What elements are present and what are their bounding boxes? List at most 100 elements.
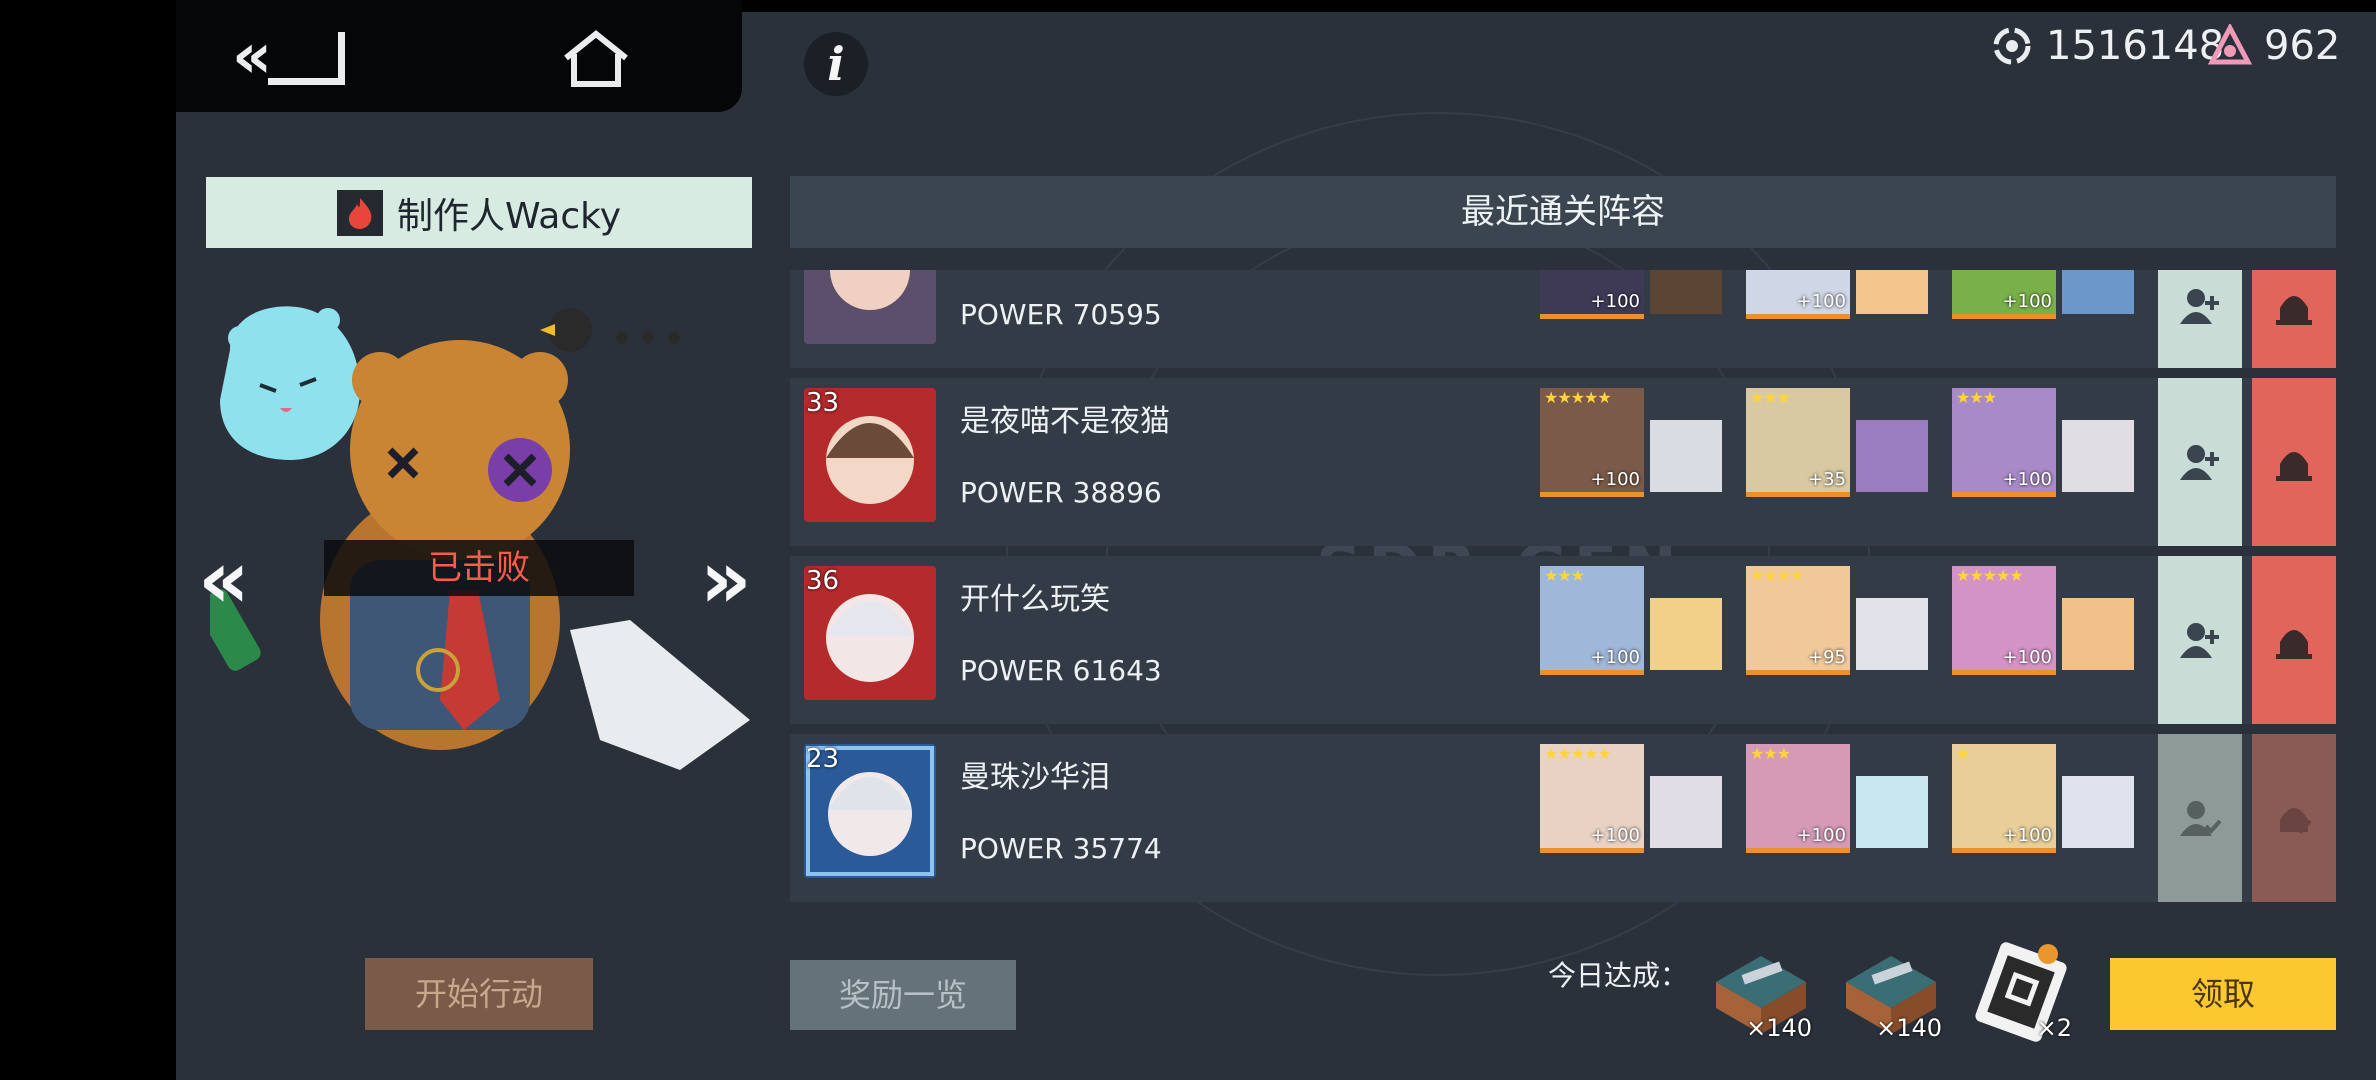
report-button[interactable] <box>2252 378 2336 546</box>
hero-pair: ★★★★★ +100 <box>1952 566 2134 676</box>
friend-added-button[interactable] <box>2158 734 2242 902</box>
hero-portrait: ★ +100 <box>1952 744 2056 853</box>
alarm-icon <box>2276 452 2312 481</box>
reward-item-ticket[interactable]: ×2 <box>1966 938 2076 1042</box>
support-portrait <box>1856 598 1928 670</box>
add-user-icon <box>2180 445 2219 480</box>
reward-item-crate[interactable]: ×140 <box>1836 938 1946 1042</box>
support-portrait <box>2062 598 2134 670</box>
boss-name-banner: 制作人Wacky <box>206 177 752 248</box>
coin-amount: 1516148 <box>2046 23 2225 69</box>
hero-stars: ★ <box>1956 744 1970 763</box>
recent-clears-header: 最近通关阵容 <box>790 176 2336 248</box>
support-portrait <box>1856 270 1928 314</box>
back-button[interactable]: « <box>232 25 382 87</box>
boss-illustration <box>210 306 750 770</box>
prev-boss-chevron-icon[interactable]: « <box>198 540 250 620</box>
reward-count: ×2 <box>2036 1014 2072 1042</box>
support-portrait <box>1856 420 1928 492</box>
hero-portrait: ★★★ +100 <box>1746 744 1850 853</box>
table-row: 33 是夜喵不是夜猫 POWER 38896 ★★★★★ +100 ★★★ +35 … <box>790 378 2336 546</box>
team-power: POWER 35774 <box>960 832 1162 865</box>
today-achieved-label: 今日达成： <box>1548 959 1689 992</box>
hero-pair: ★★★★★ +100 <box>1540 388 1722 498</box>
reward-list-button[interactable]: 奖励一览 <box>790 960 1016 1030</box>
fire-element-icon <box>336 189 383 236</box>
hero-portrait: +100 <box>1952 270 2056 319</box>
report-button[interactable] <box>2252 270 2336 368</box>
hero-portrait: ★★★ +100 <box>1952 388 2056 497</box>
info-icon: i <box>827 37 845 91</box>
report-button[interactable] <box>2252 556 2336 724</box>
hero-pair: ★★★ +100 <box>1540 566 1722 676</box>
gem-counter: 962 <box>2208 18 2340 74</box>
hero-bonus: +100 <box>1590 825 1640 846</box>
hero-stars: ★★★ <box>1750 744 1791 763</box>
defeated-status: 已击败 <box>324 540 634 596</box>
hero-pair: ★★★ +100 <box>1952 388 2134 498</box>
team-power: POWER 61643 <box>960 654 1162 687</box>
reported-button[interactable] <box>2252 734 2336 902</box>
hero-pair: ★★★★★ +100 <box>1540 744 1722 854</box>
coin-counter: 1516148 <box>1990 18 2224 74</box>
reward-item-crate[interactable]: ×140 <box>1706 938 1816 1042</box>
add-friend-button[interactable] <box>2158 556 2242 724</box>
player-level: 23 <box>806 744 840 774</box>
support-portrait <box>2062 776 2134 848</box>
claim-button[interactable]: 领取 <box>2110 958 2336 1030</box>
player-avatar <box>804 270 936 344</box>
home-icon <box>564 30 628 87</box>
add-user-icon <box>2180 289 2219 324</box>
hero-portrait: +100 <box>1540 270 1644 319</box>
start-action-button[interactable]: 开始行动 <box>365 958 593 1030</box>
hero-stars: ★★★ <box>1956 388 1997 407</box>
hero-stars: ★★★ <box>1544 566 1585 585</box>
hero-portrait: ★★★★★ +100 <box>1540 744 1644 853</box>
hero-pair: +100 <box>1952 270 2134 320</box>
hero-stars: ★★★ <box>1750 388 1791 407</box>
hero-portrait: ★★★★ +95 <box>1746 566 1850 675</box>
home-button[interactable] <box>560 28 632 88</box>
next-boss-chevron-icon[interactable]: » <box>700 540 752 620</box>
hero-stars: ★★★★★ <box>1956 566 2024 585</box>
support-portrait <box>2062 420 2134 492</box>
reward-count: ×140 <box>1876 1014 1942 1042</box>
hero-stars: ★★★★★ <box>1544 388 1612 407</box>
support-portrait <box>1650 776 1722 848</box>
hero-pair: ★★★★ +95 <box>1746 566 1928 676</box>
add-friend-button[interactable] <box>2158 270 2242 368</box>
add-friend-button[interactable] <box>2158 378 2242 546</box>
info-button[interactable]: i <box>804 32 868 96</box>
hero-bonus: +100 <box>1590 647 1640 668</box>
support-portrait <box>1650 270 1722 314</box>
support-portrait <box>1650 420 1722 492</box>
hero-bonus: +100 <box>2002 469 2052 490</box>
hero-bonus: +100 <box>2002 647 2052 668</box>
hero-bonus: +95 <box>1808 647 1846 668</box>
player-name: 开什么玩笑 <box>960 582 1110 617</box>
table-row: 36 开什么玩笑 POWER 61643 ★★★ +100 ★★★★ +95 ★★★… <box>790 556 2336 724</box>
support-portrait <box>1650 598 1722 670</box>
hero-stars: ★★★★★ <box>1544 744 1612 763</box>
hero-portrait: ★★★★★ +100 <box>1952 566 2056 675</box>
support-portrait <box>2062 270 2134 314</box>
alarm-icon <box>2276 630 2312 659</box>
hero-bonus: +35 <box>1808 469 1846 490</box>
hero-portrait: ★★★★★ +100 <box>1540 388 1644 497</box>
hero-portrait: +100 <box>1746 270 1850 319</box>
support-portrait <box>1856 776 1928 848</box>
boss-name: 制作人Wacky <box>396 195 622 237</box>
player-level: 36 <box>806 566 840 596</box>
hero-bonus: +100 <box>2002 825 2052 846</box>
hero-pair: +100 <box>1540 270 1722 320</box>
clear-list: POWER 70595 +100 +100 +100 33 是夜喵不是夜猫 PO… <box>790 270 2336 906</box>
hero-pair: ★ +100 <box>1952 744 2134 854</box>
table-row: POWER 70595 +100 +100 +100 <box>790 270 2336 368</box>
gem-amount: 962 <box>2264 23 2341 69</box>
hero-pair: ★★★ +35 <box>1746 388 1928 498</box>
hero-stars: ★★★★ <box>1750 566 1804 585</box>
add-user-icon <box>2180 623 2219 658</box>
table-row: 23 曼珠沙华泪 POWER 35774 ★★★★★ +100 ★★★ +100 ★… <box>790 734 2336 902</box>
player-name: 曼珠沙华泪 <box>960 760 1110 795</box>
team-power: POWER 38896 <box>960 476 1162 509</box>
